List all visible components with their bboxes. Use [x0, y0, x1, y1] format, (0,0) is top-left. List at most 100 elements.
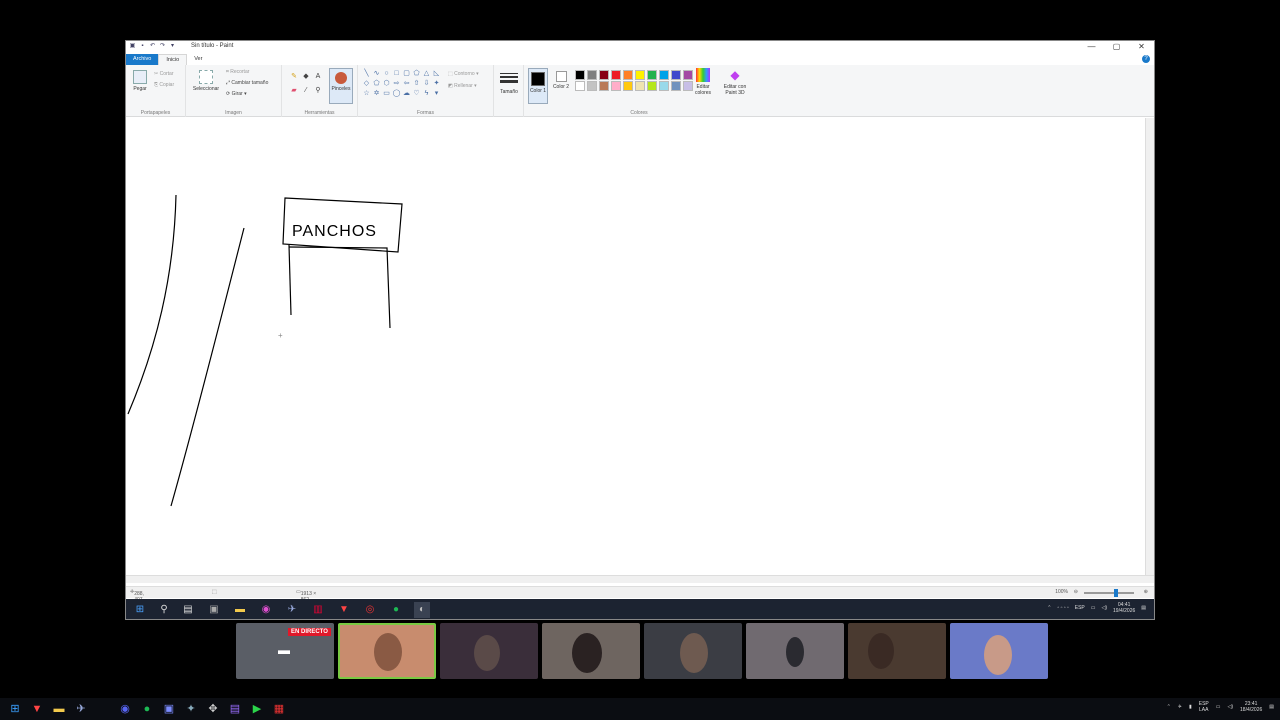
paint-taskbar-icon[interactable]: ◐ [414, 602, 430, 618]
color1-button[interactable]: Color 1 [528, 68, 548, 104]
polygon-shape-icon[interactable]: ⬠ [412, 69, 421, 78]
rotate-button[interactable]: ⟳ Girar ▾ [226, 91, 247, 97]
thumbnail-participant-7[interactable] [950, 623, 1048, 679]
curve-shape-icon[interactable]: ∿ [372, 69, 381, 78]
os-steam-icon[interactable]: ✈ [73, 701, 89, 717]
inner-lang[interactable]: ESP [1075, 605, 1085, 611]
color2-button[interactable]: Color 2 [551, 68, 571, 90]
app-icon-2[interactable]: ▥ [310, 602, 326, 618]
spotify-icon[interactable]: ● [388, 602, 404, 618]
color-swatch[interactable] [647, 81, 657, 91]
start-icon[interactable]: ⊞ [132, 602, 148, 618]
callout-rect-shape-icon[interactable]: ▭ [382, 89, 391, 98]
copy-button[interactable]: ⎘ Copiar [154, 82, 174, 88]
color-palette[interactable] [575, 70, 694, 91]
crop-button[interactable]: ⌗ Recortar [226, 69, 249, 75]
down-arrow-shape-icon[interactable]: ⇩ [422, 79, 431, 88]
fill-icon[interactable]: ◆ [302, 73, 310, 81]
search-icon[interactable]: ⚲ [156, 602, 172, 618]
chrome-icon[interactable]: ◎ [362, 602, 378, 618]
thumbnail-screen-share[interactable]: EN DIRECTO ▬ [236, 623, 334, 679]
callout-oval-shape-icon[interactable]: ◯ [392, 89, 401, 98]
os-tray-chevron-icon[interactable]: ⌃ [1167, 704, 1171, 710]
zoom-out-icon[interactable]: ⊖ [1074, 589, 1078, 595]
color-swatch[interactable] [575, 81, 585, 91]
text-icon[interactable]: A [314, 73, 322, 81]
star5-shape-icon[interactable]: ☆ [362, 89, 371, 98]
line-shape-icon[interactable]: ╲ [362, 69, 371, 78]
cut-button[interactable]: ✂ Cortar [154, 71, 174, 77]
color-swatch[interactable] [635, 70, 645, 80]
os-lang[interactable]: ESP LAA [1199, 701, 1209, 713]
color-swatch[interactable] [599, 81, 609, 91]
tray-icons[interactable]: ▫ ▫ ▫ ▫ [1057, 605, 1068, 611]
thumbnail-participant-3[interactable] [542, 623, 640, 679]
os-notification-icon[interactable]: ▤ [1269, 704, 1274, 710]
os-mic-icon[interactable]: ▮ [1189, 704, 1192, 710]
right-arrow-shape-icon[interactable]: ⇨ [392, 79, 401, 88]
os-steam-tray-icon[interactable]: ✈ [1178, 704, 1182, 710]
os-start-icon[interactable]: ⊞ [7, 701, 23, 717]
close-button[interactable]: ✕ [1129, 41, 1154, 53]
color-swatch[interactable] [611, 70, 621, 80]
os-spotify-icon[interactable]: ● [139, 701, 155, 717]
brave-icon[interactable]: ▼ [336, 602, 352, 618]
star6-shape-icon[interactable]: ✡ [372, 89, 381, 98]
drawing-canvas[interactable]: PANCHOS + [126, 118, 1146, 579]
notifications-icon[interactable]: ▤ [1141, 605, 1146, 611]
color-swatch[interactable] [635, 81, 645, 91]
color-picker-icon[interactable]: ⁄ [302, 87, 310, 95]
redo-icon[interactable]: ↷ [159, 43, 166, 50]
color-swatch[interactable] [623, 81, 633, 91]
tray-chevron-icon[interactable]: ⌃ [1047, 605, 1051, 611]
thumbnail-participant-6[interactable] [848, 623, 946, 679]
rectangle-shape-icon[interactable]: □ [392, 69, 401, 78]
os-clock[interactable]: 23:41 18/4/2026 [1240, 701, 1262, 713]
thumbnail-participant-1[interactable] [338, 623, 436, 679]
file-explorer-icon[interactable]: ▬ [232, 602, 248, 618]
color-swatch[interactable] [659, 70, 669, 80]
volume-icon[interactable]: ◁) [1102, 605, 1108, 611]
color-swatch[interactable] [611, 81, 621, 91]
color-swatch[interactable] [575, 70, 585, 80]
color-swatch[interactable] [599, 70, 609, 80]
shapes-gallery[interactable]: ╲ ∿ ○ □ ▢ ⬠ △ ◺ ◇ ⬠ ⬡ ⇨ ⇦ ⇧ ⇩ ✦ ☆ ✡ ▭ ◯ [362, 69, 442, 98]
os-app-icon-4[interactable]: ▤ [227, 701, 243, 717]
os-app-icon-6[interactable]: ▦ [271, 701, 287, 717]
os-explorer-icon[interactable]: ▬ [51, 701, 67, 717]
rounded-rect-shape-icon[interactable]: ▢ [402, 69, 411, 78]
color-swatch[interactable] [587, 70, 597, 80]
os-app-icon-3[interactable]: ✥ [205, 701, 221, 717]
pencil-icon[interactable]: ✎ [290, 73, 298, 81]
pentagon-shape-icon[interactable]: ⬠ [372, 79, 381, 88]
tab-file[interactable]: Archivo [126, 54, 159, 65]
paste-button[interactable]: Pegar [132, 70, 148, 92]
left-arrow-shape-icon[interactable]: ⇦ [402, 79, 411, 88]
inner-clock[interactable]: 04:41 19/4/2026 [1113, 602, 1135, 614]
os-app-icon-2[interactable]: ✦ [183, 701, 199, 717]
more-shapes-icon[interactable]: ▾ [432, 89, 441, 98]
edit-colors-button[interactable]: Editar colores [692, 68, 714, 96]
color-swatch[interactable] [659, 81, 669, 91]
color-swatch[interactable] [587, 81, 597, 91]
right-triangle-shape-icon[interactable]: ◺ [432, 69, 441, 78]
color-swatch[interactable] [671, 70, 681, 80]
color-swatch[interactable] [623, 70, 633, 80]
network-icon[interactable]: ▭ [1091, 605, 1096, 611]
brushes-button[interactable]: Pinceles [329, 68, 353, 104]
fill-button[interactable]: ◩ Rellenar ▾ [448, 83, 477, 89]
zoom-thumb[interactable] [1114, 589, 1118, 597]
diamond-shape-icon[interactable]: ◇ [362, 79, 371, 88]
outline-button[interactable]: ⬚ Contorno ▾ [448, 71, 479, 77]
os-network-icon[interactable]: ▭ [1216, 704, 1221, 710]
size-button[interactable]: Tamaño [498, 71, 520, 95]
heart-shape-icon[interactable]: ♡ [412, 89, 421, 98]
triangle-shape-icon[interactable]: △ [422, 69, 431, 78]
zoom-slider[interactable] [1084, 592, 1134, 594]
star4-shape-icon[interactable]: ✦ [432, 79, 441, 88]
customize-qat-icon[interactable]: ▾ [169, 43, 176, 50]
os-app-icon-1[interactable]: ▣ [161, 701, 177, 717]
undo-icon[interactable]: ↶ [149, 43, 156, 50]
browser-icon[interactable]: ◉ [258, 602, 274, 618]
hexagon-shape-icon[interactable]: ⬡ [382, 79, 391, 88]
